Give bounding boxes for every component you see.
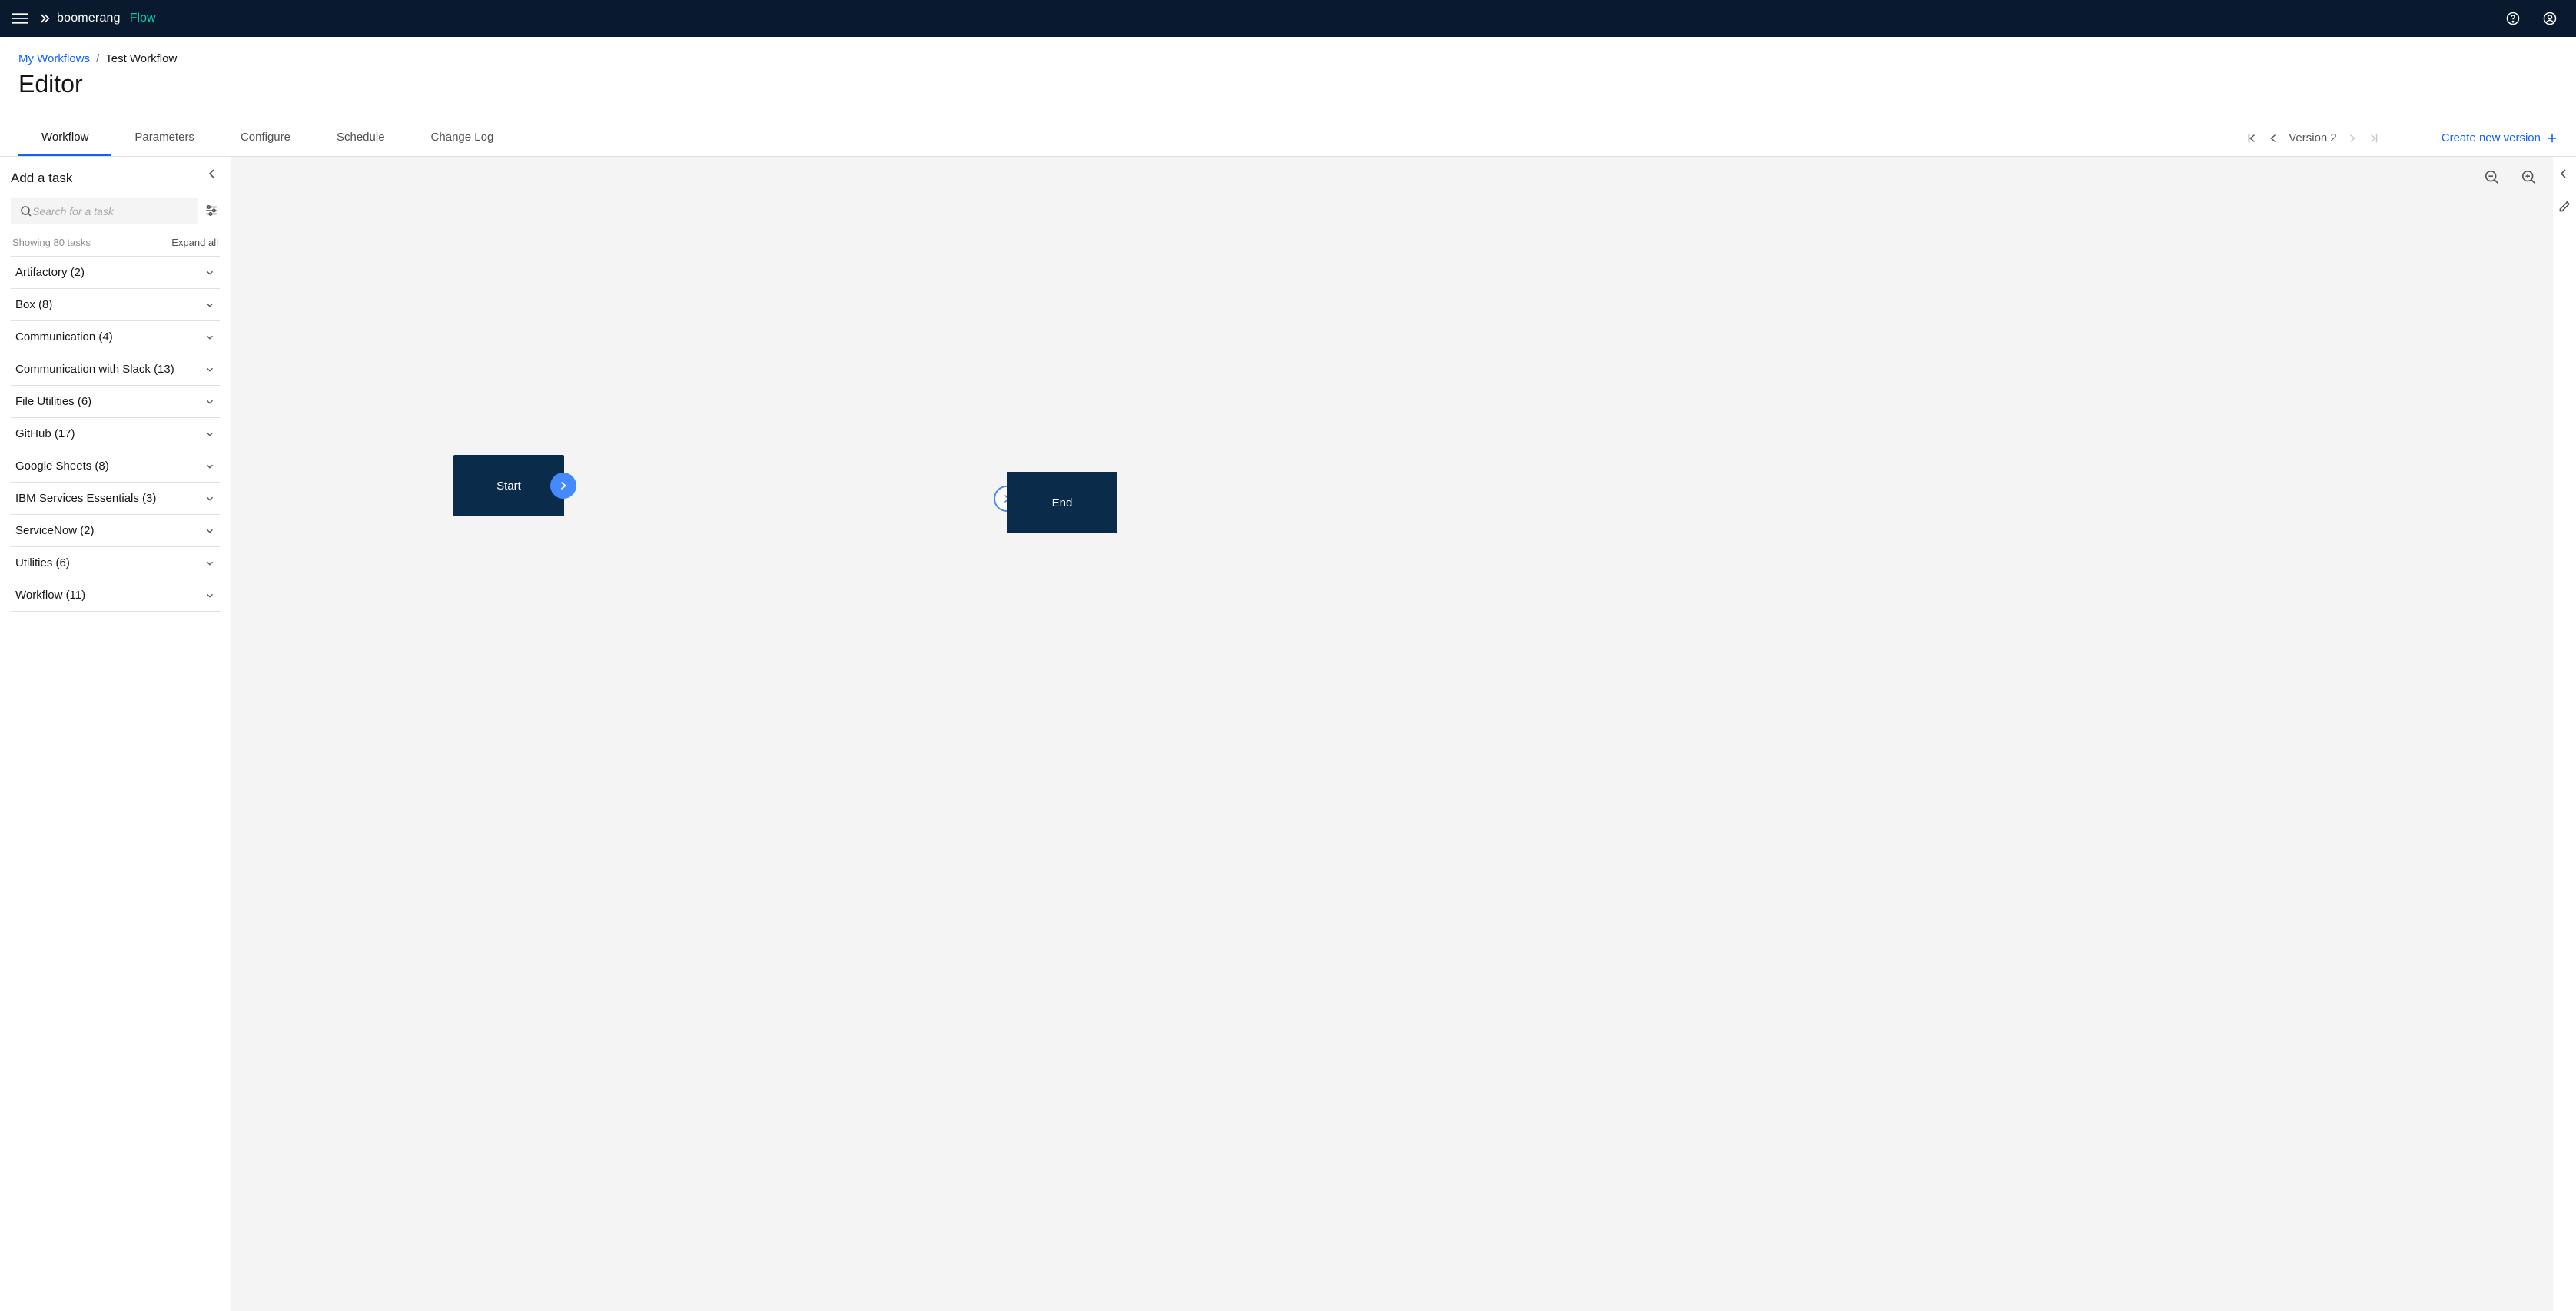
sidebar-meta: Showing 80 tasks Expand all: [11, 237, 220, 248]
category-artifactory[interactable]: Artifactory (2): [11, 257, 220, 289]
brand[interactable]: boomerang Flow: [38, 12, 156, 25]
category-communication[interactable]: Communication (4): [11, 321, 220, 353]
chevron-down-icon: [204, 526, 215, 536]
version-first-icon[interactable]: [2246, 132, 2258, 144]
breadcrumb-separator: /: [96, 52, 99, 65]
category-google-sheets[interactable]: Google Sheets (8): [11, 450, 220, 483]
right-rail-collapse-icon[interactable]: [2558, 168, 2571, 181]
chevron-down-icon: [204, 267, 215, 278]
brand-logo-icon: [38, 12, 51, 25]
breadcrumb-root[interactable]: My Workflows: [18, 52, 90, 65]
start-node-label: Start: [496, 480, 521, 493]
chevron-down-icon: [204, 590, 215, 601]
topbar: boomerang Flow: [0, 0, 2576, 37]
category-box[interactable]: Box (8): [11, 289, 220, 321]
chevron-down-icon: [204, 461, 215, 472]
version-prev-icon[interactable]: [2267, 132, 2279, 144]
start-node[interactable]: Start: [453, 455, 564, 516]
start-node-output-port[interactable]: [550, 473, 576, 499]
category-label: IBM Services Essentials (3): [15, 492, 156, 505]
chevron-down-icon: [204, 300, 215, 310]
canvas-tools: [2484, 169, 2538, 186]
topbar-right: [2505, 11, 2558, 26]
category-utilities[interactable]: Utilities (6): [11, 547, 220, 579]
breadcrumb: My Workflows / Test Workflow: [18, 52, 2558, 65]
tabs: Workflow Parameters Configure Schedule C…: [18, 120, 516, 156]
tab-configure[interactable]: Configure: [217, 120, 314, 156]
search-icon: [20, 205, 32, 217]
chevron-down-icon: [204, 332, 215, 343]
edit-icon[interactable]: [2558, 198, 2571, 212]
version-nav: Version 2: [2246, 131, 2380, 144]
category-workflow[interactable]: Workflow (11): [11, 579, 220, 612]
chevron-down-icon: [204, 429, 215, 440]
workflow-canvas[interactable]: Start End: [231, 157, 2553, 1311]
showing-count: Showing 80 tasks: [12, 237, 91, 248]
category-communication-slack[interactable]: Communication with Slack (13): [11, 353, 220, 386]
search-row: [11, 198, 220, 224]
right-rail: [2553, 157, 2576, 1311]
end-node[interactable]: End: [1007, 472, 1117, 533]
category-label: Artifactory (2): [15, 266, 85, 279]
category-label: Box (8): [15, 298, 52, 311]
sidebar-title: Add a task: [11, 171, 220, 186]
tab-schedule[interactable]: Schedule: [314, 120, 408, 156]
search-input[interactable]: [32, 205, 189, 217]
category-label: ServiceNow (2): [15, 524, 95, 537]
category-label: Workflow (11): [15, 589, 85, 602]
user-avatar-icon[interactable]: [2542, 11, 2558, 26]
category-label: GitHub (17): [15, 427, 75, 440]
create-new-version-button[interactable]: Create new version: [2442, 131, 2558, 144]
category-servicenow[interactable]: ServiceNow (2): [11, 515, 220, 547]
sidebar-collapse-icon[interactable]: [206, 168, 221, 183]
category-list: Artifactory (2) Box (8) Communication (4…: [11, 256, 220, 612]
main: Add a task Showing 80 tasks Expand all A…: [0, 157, 2576, 1311]
category-label: Google Sheets (8): [15, 460, 109, 473]
brand-suffix: Flow: [130, 12, 156, 25]
tabs-row: Workflow Parameters Configure Schedule C…: [0, 120, 2576, 157]
brand-text: boomerang: [57, 12, 121, 25]
category-ibm-essentials[interactable]: IBM Services Essentials (3): [11, 483, 220, 515]
help-icon[interactable]: [2505, 11, 2521, 26]
chevron-down-icon: [204, 397, 215, 407]
zoom-out-icon[interactable]: [2484, 169, 2501, 186]
plus-icon: [2547, 133, 2558, 144]
end-node-label: End: [1052, 496, 1073, 509]
category-github[interactable]: GitHub (17): [11, 418, 220, 450]
chevron-down-icon: [204, 364, 215, 375]
chevron-down-icon: [204, 493, 215, 504]
tab-parameters[interactable]: Parameters: [111, 120, 217, 156]
filter-icon[interactable]: [204, 204, 220, 219]
breadcrumb-current: Test Workflow: [105, 52, 177, 65]
chevron-down-icon: [204, 558, 215, 569]
category-label: Communication (4): [15, 330, 113, 344]
expand-all-button[interactable]: Expand all: [171, 237, 218, 248]
search-box[interactable]: [11, 198, 198, 224]
task-sidebar: Add a task Showing 80 tasks Expand all A…: [0, 157, 231, 1311]
topbar-left: boomerang Flow: [12, 11, 156, 26]
category-label: Utilities (6): [15, 556, 70, 569]
zoom-in-icon[interactable]: [2521, 169, 2538, 186]
version-next-icon[interactable]: [2346, 132, 2359, 144]
version-label: Version 2: [2289, 131, 2337, 144]
category-file-utilities[interactable]: File Utilities (6): [11, 386, 220, 418]
category-label: File Utilities (6): [15, 395, 91, 408]
page-title: Editor: [18, 70, 2558, 98]
create-new-version-label: Create new version: [2442, 131, 2541, 144]
tab-workflow[interactable]: Workflow: [18, 120, 111, 156]
version-last-icon[interactable]: [2368, 132, 2380, 144]
category-label: Communication with Slack (13): [15, 363, 174, 376]
header-area: My Workflows / Test Workflow Editor: [0, 37, 2576, 103]
menu-icon[interactable]: [12, 11, 28, 26]
tab-change-log[interactable]: Change Log: [408, 120, 517, 156]
